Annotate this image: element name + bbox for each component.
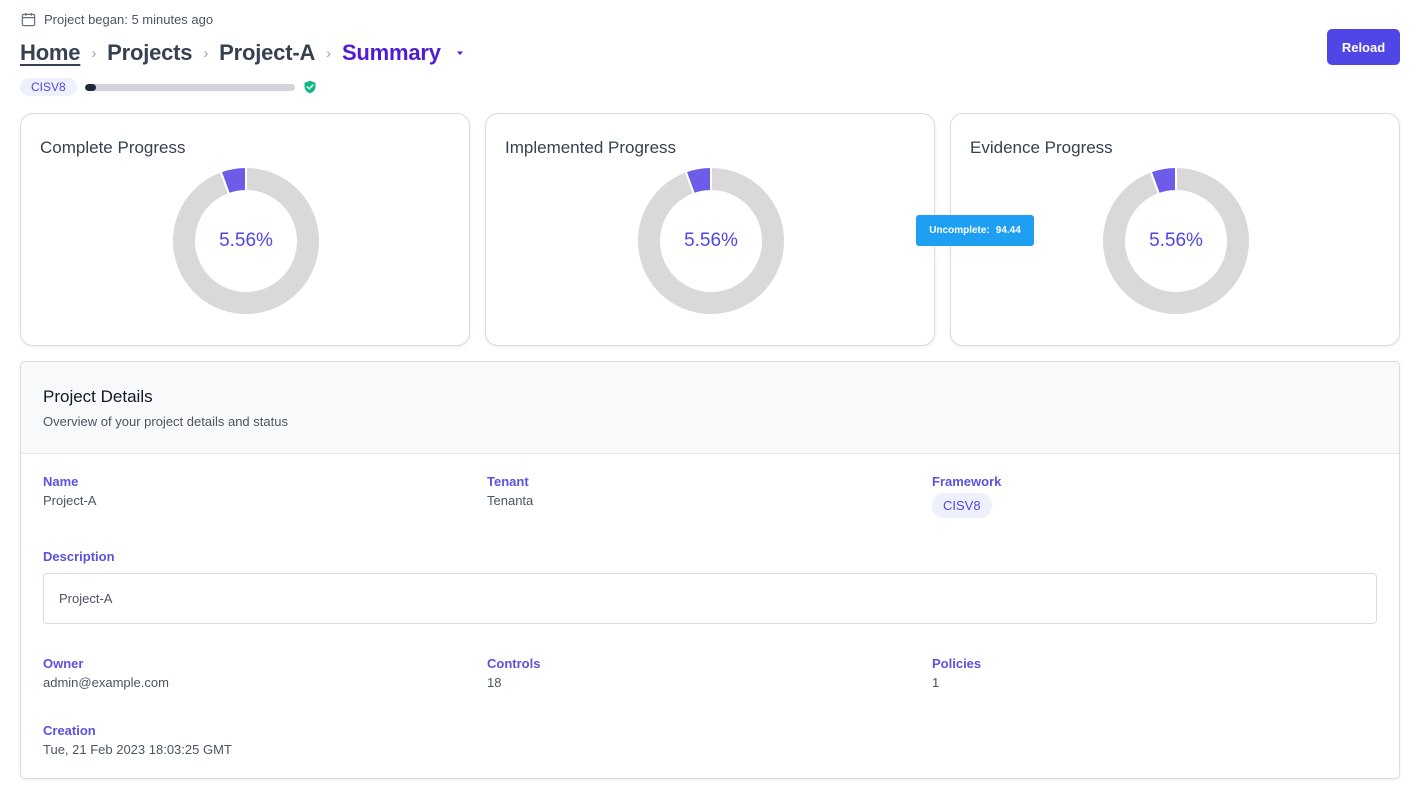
tenant-field: Tenant Tenanta: [487, 474, 533, 508]
policies-value: 1: [932, 675, 940, 690]
calendar-icon: [21, 12, 36, 27]
creation-label: Creation: [43, 723, 96, 738]
description-field-label: Description: [43, 549, 115, 564]
breadcrumb-separator: ›: [326, 44, 331, 62]
caret-down-icon[interactable]: [455, 48, 465, 58]
project-details-subtitle: Overview of your project details and sta…: [43, 414, 288, 429]
breadcrumb-separator: ›: [91, 44, 97, 62]
project-details-panel: Project Details Overview of your project…: [20, 361, 1400, 779]
breadcrumb-home[interactable]: Home: [20, 40, 81, 66]
breadcrumb-project[interactable]: Project-A: [219, 40, 315, 66]
framework-field: Framework CISV8: [932, 474, 1001, 518]
tenant-value: Tenanta: [487, 493, 534, 508]
name-label: Name: [43, 474, 79, 489]
implemented-progress-card: Implemented Progress 5.56%: [485, 113, 935, 346]
card-title: Evidence Progress: [970, 138, 1113, 157]
policies-label: Policies: [932, 656, 982, 671]
name-field: Name Project-A: [43, 474, 96, 508]
owner-label: Owner: [43, 656, 84, 671]
card-title: Implemented Progress: [505, 138, 677, 157]
owner-field: Owner admin@example.com: [43, 656, 169, 690]
description-box: Project-A: [43, 573, 1377, 624]
breadcrumb-separator: ›: [203, 44, 209, 62]
framework-tag: CISV8: [20, 78, 77, 96]
tenant-label: Tenant: [487, 474, 529, 489]
owner-value: admin@example.com: [43, 675, 169, 690]
tooltip-label: Uncomplete:: [929, 225, 990, 236]
overall-progress-bar: [84, 83, 295, 91]
reload-button[interactable]: Reload: [1327, 29, 1400, 65]
controls-value: 18: [487, 675, 502, 690]
controls-field: Controls 18: [487, 656, 540, 690]
controls-label: Controls: [487, 656, 541, 671]
shield-check-icon: [304, 80, 316, 94]
creation-value: Tue, 21 Feb 2023 18:03:25 GMT: [43, 742, 232, 757]
project-details-header: Project Details Overview of your project…: [21, 362, 1399, 454]
framework-badge: CISV8: [932, 493, 992, 518]
complete-progress-card: Complete Progress 5.56%: [20, 113, 470, 346]
breadcrumb-projects[interactable]: Projects: [107, 40, 192, 66]
framework-label: Framework: [932, 474, 1002, 489]
description-label: Description: [43, 549, 115, 564]
breadcrumb: Home › Projects › Project-A › Summary: [20, 40, 465, 66]
policies-field: Policies 1: [932, 656, 981, 690]
breadcrumb-current[interactable]: Summary: [342, 40, 441, 66]
donut-percent-label: 5.56%: [219, 230, 273, 251]
card-title: Complete Progress: [40, 138, 186, 157]
donut-percent-label: 5.56%: [1149, 230, 1203, 251]
tooltip-value: 94.44: [995, 225, 1021, 236]
project-began-text: Project began: 5 minutes ago: [44, 12, 214, 27]
donut-percent-label: 5.56%: [684, 230, 738, 251]
framework-status-row: CISV8: [20, 78, 317, 96]
project-began-meta: Project began: 5 minutes ago: [21, 12, 213, 27]
name-value: Project-A: [43, 493, 97, 508]
chart-tooltip: Uncomplete: 94.44: [916, 215, 1034, 246]
creation-field: Creation Tue, 21 Feb 2023 18:03:25 GMT: [43, 723, 232, 757]
project-details-title: Project Details: [43, 387, 153, 406]
overall-progress-fill: [84, 83, 97, 91]
